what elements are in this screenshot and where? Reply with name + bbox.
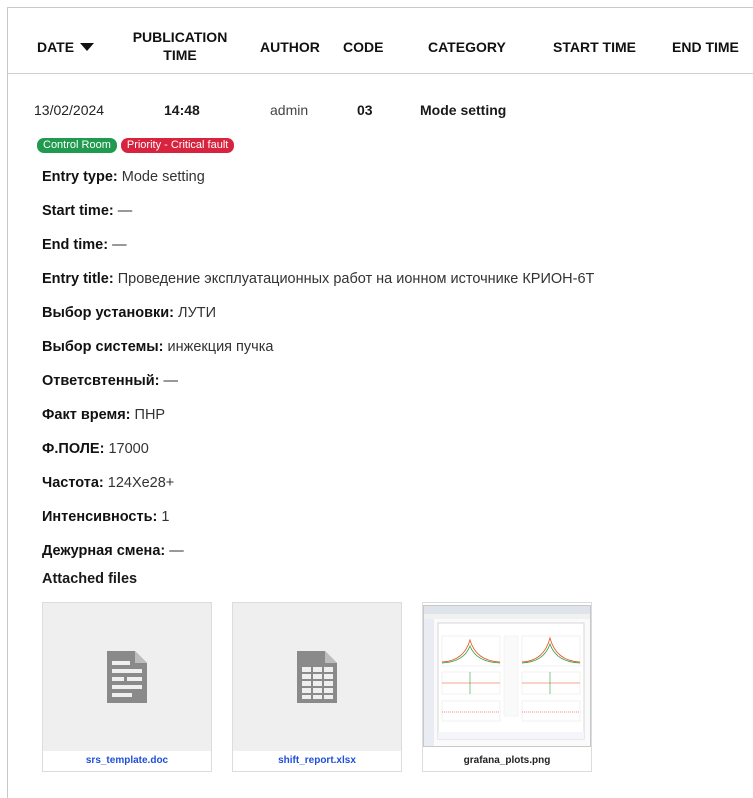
detail-value: Mode setting (121, 169, 205, 185)
detail-value: инжекция пучка (167, 339, 274, 355)
detail-label: Ответсвтенный: (42, 373, 160, 389)
document-icon (107, 651, 147, 703)
detail-label: Факт время: (42, 407, 131, 423)
plots-screenshot-graphic (424, 606, 590, 746)
entry-code: 03 (357, 102, 373, 118)
detail-label: Интенсивность: (42, 509, 158, 525)
detail-value: ПНР (134, 407, 166, 423)
sort-desc-icon[interactable] (80, 43, 95, 51)
entry-author: admin (270, 102, 309, 118)
attachment-name-link[interactable]: shift_report.xlsx (233, 751, 401, 771)
detail-label: Дежурная смена: (42, 543, 166, 559)
detail-actual-time: Факт время: ПНР (42, 406, 594, 440)
attachment-preview (43, 603, 211, 751)
detail-label: Частота: (42, 475, 104, 491)
log-entry-panel: DATE PUBLICATION TIME AUTHOR CODE CATEGO… (7, 7, 753, 798)
attachment-card[interactable]: srs_template.doc (42, 602, 212, 772)
detail-end-time: End time: — (42, 236, 594, 270)
column-header-date[interactable]: DATE (37, 38, 95, 56)
column-header-end-time: END TIME (672, 39, 739, 55)
detail-intensity: Интенсивность: 1 (42, 508, 594, 542)
detail-value: 1 (161, 509, 170, 525)
detail-frequency: Частота: 124Xe28+ (42, 474, 594, 508)
detail-installation: Выбор установки: ЛУТИ (42, 304, 594, 338)
detail-entry-type: Entry type: Mode setting (42, 168, 594, 202)
attachment-name[interactable]: grafana_plots.png (423, 751, 591, 771)
detail-system: Выбор системы: инжекция пучка (42, 338, 594, 372)
attached-files-title: Attached files (42, 571, 138, 587)
column-header-publication-time: PUBLICATION TIME (132, 29, 228, 63)
table-header: DATE PUBLICATION TIME AUTHOR CODE CATEGO… (8, 8, 753, 74)
detail-label: Ф.ПОЛЕ: (42, 441, 105, 457)
spreadsheet-icon (297, 651, 337, 703)
detail-label: Выбор установки: (42, 305, 175, 321)
entry-category: Mode setting (420, 102, 507, 118)
attachment-preview (423, 603, 591, 753)
detail-value: — (112, 237, 127, 253)
column-header-category: CATEGORY (428, 39, 506, 55)
entry-details: Entry type: Mode setting Start time: — E… (42, 168, 594, 576)
detail-label: Выбор системы: (42, 339, 164, 355)
detail-label: Entry title: (42, 271, 114, 287)
attachment-card[interactable]: grafana_plots.png (422, 602, 592, 772)
entry-badges: Control Room Priority - Critical fault (37, 138, 235, 153)
detail-value: Проведение эксплуатационных работ на ион… (117, 271, 595, 287)
column-header-start-time: START TIME (553, 39, 636, 55)
detail-label: Entry type: (42, 169, 118, 185)
column-header-author: AUTHOR (260, 39, 320, 55)
attached-files-list: srs_template.doc shift_report.xlsx grafa… (42, 602, 592, 772)
detail-start-time: Start time: — (42, 202, 594, 236)
attachment-name-link[interactable]: srs_template.doc (43, 751, 211, 771)
control-room-badge: Control Room (37, 138, 117, 153)
column-header-date-label: DATE (37, 39, 75, 55)
attachment-preview (233, 603, 401, 751)
entry-date: 13/02/2024 (34, 102, 105, 118)
detail-value: 17000 (108, 441, 149, 457)
detail-value: 124Xe28+ (107, 475, 175, 491)
detail-label: End time: (42, 237, 109, 253)
detail-entry-title: Entry title: Проведение эксплуатационных… (42, 270, 594, 304)
column-header-code: CODE (343, 39, 384, 55)
attachment-card[interactable]: shift_report.xlsx (232, 602, 402, 772)
detail-responsible: Ответсвтенный: — (42, 372, 594, 406)
priority-badge: Priority - Critical fault (120, 138, 235, 153)
detail-label: Start time: (42, 203, 114, 219)
detail-value: — (163, 373, 179, 389)
detail-value: — (117, 203, 133, 219)
detail-field: Ф.ПОЛЕ: 17000 (42, 440, 594, 474)
detail-value: ЛУТИ (178, 305, 217, 321)
detail-value: — (169, 543, 184, 559)
entry-publication-time: 14:48 (164, 102, 200, 118)
image-preview (423, 605, 591, 747)
